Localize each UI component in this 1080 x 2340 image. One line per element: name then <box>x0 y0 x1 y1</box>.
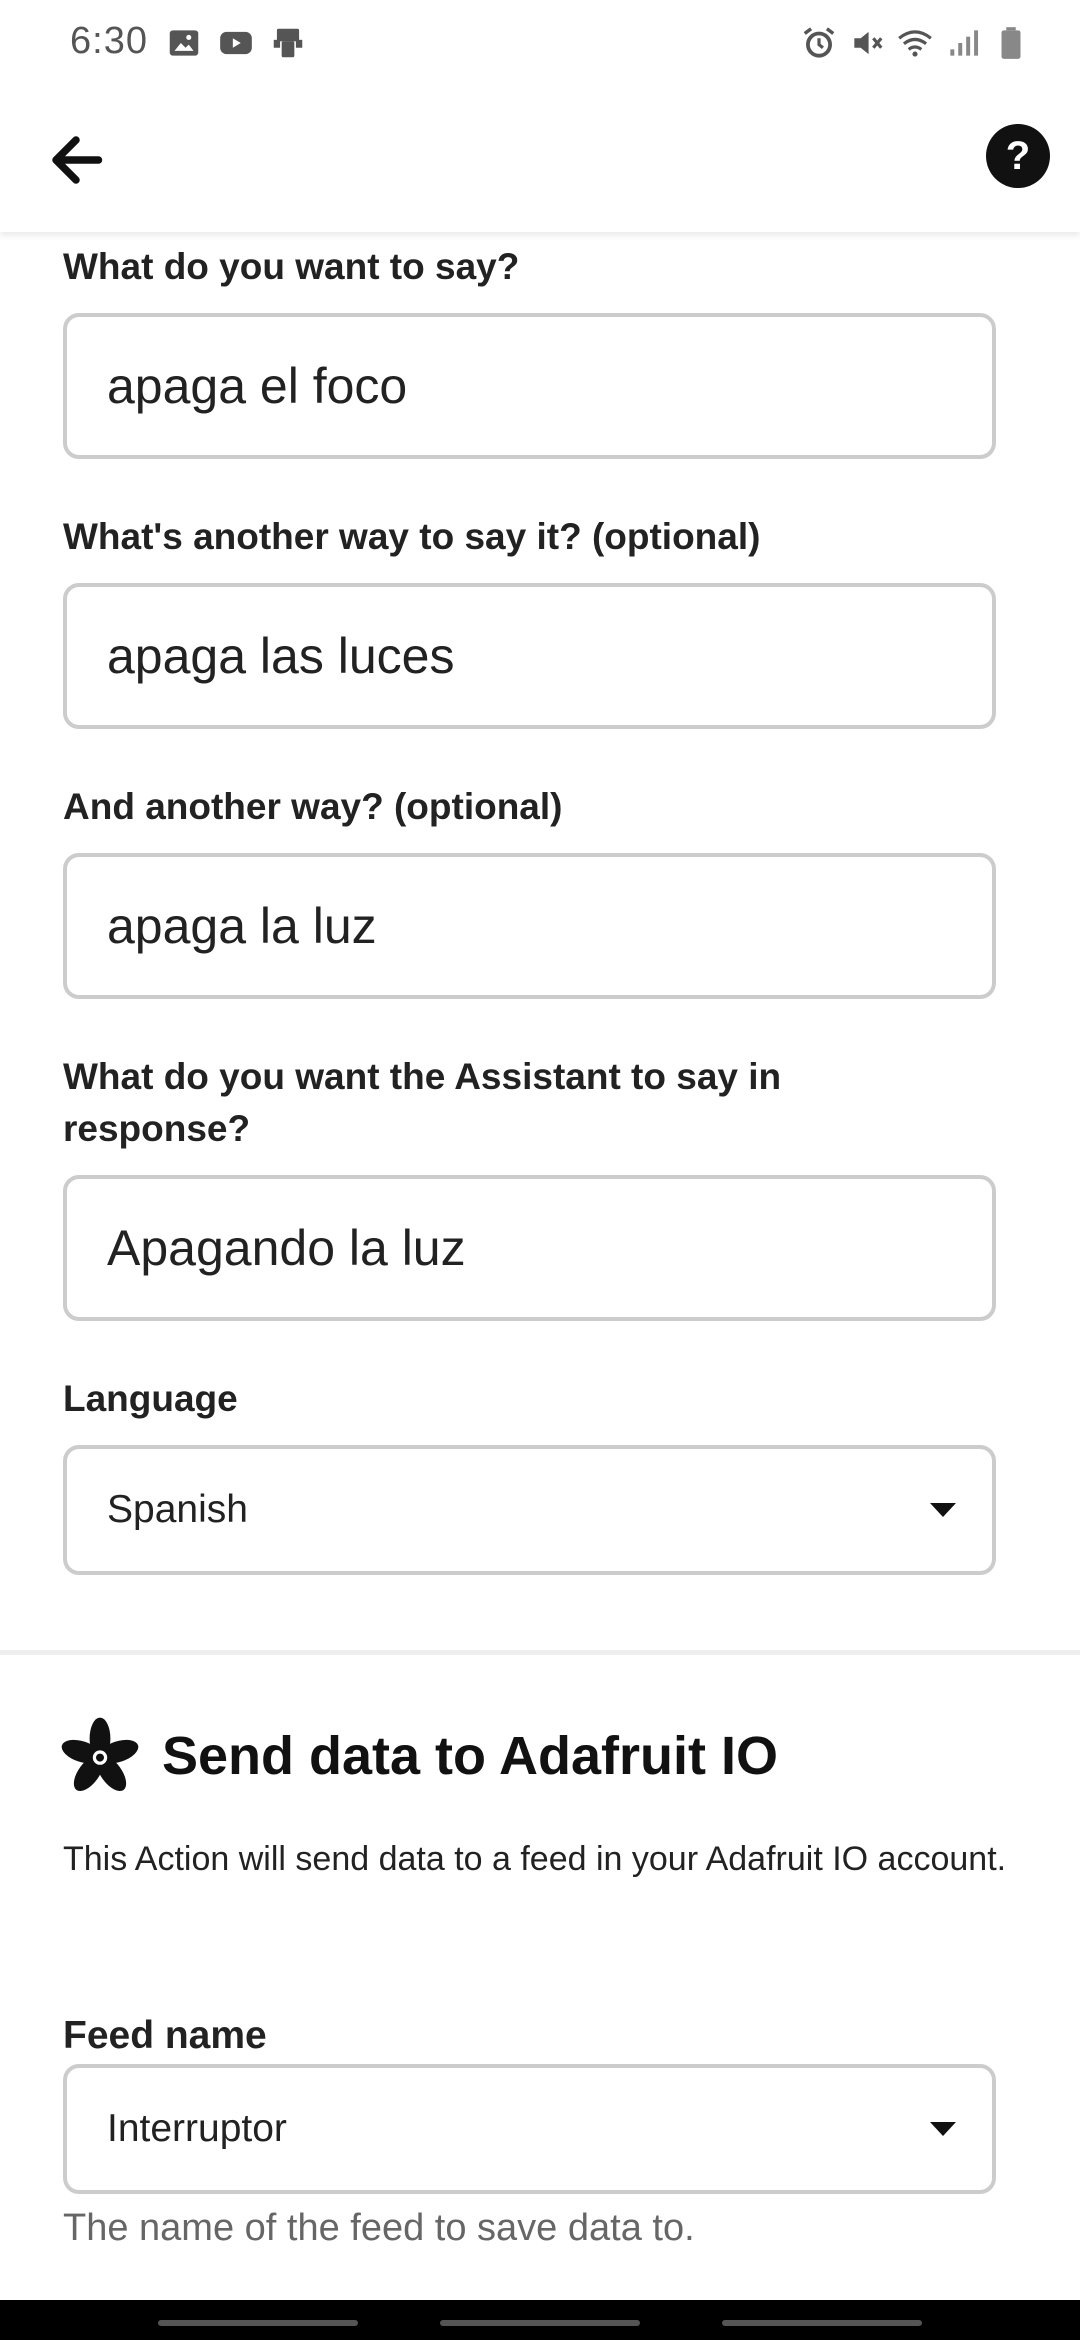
alarm-icon <box>803 27 835 58</box>
status-bar: 6:30 <box>0 0 1080 88</box>
back-button[interactable] <box>36 120 116 200</box>
phrase3-input[interactable]: apaga la luz <box>63 853 996 999</box>
dropdown-caret-icon <box>930 2122 956 2136</box>
feed-name-label: Feed name <box>63 2014 267 2057</box>
phrase2-input[interactable]: apaga las luces <box>63 583 996 729</box>
battery-icon <box>1001 27 1021 59</box>
arrow-left-icon <box>52 136 103 184</box>
mute-icon <box>854 31 883 55</box>
status-time: 6:30 <box>70 20 148 62</box>
section-divider <box>0 1650 1080 1655</box>
phrase1-input[interactable]: apaga el foco <box>63 313 996 459</box>
language-value: Spanish <box>107 1488 248 1531</box>
phrase3-value: apaga la luz <box>107 898 377 954</box>
status-left-icons <box>165 24 307 62</box>
language-label: Language <box>63 1378 238 1419</box>
status-right-icons <box>800 24 1030 62</box>
action-title: Send data to Adafruit IO <box>162 1726 779 1786</box>
phrase2-label: What's another way to say it? (optional) <box>63 516 761 557</box>
app-header: ? <box>0 88 1080 232</box>
image-icon <box>169 30 199 56</box>
wifi-icon <box>898 30 932 57</box>
navigation-bar <box>0 2300 1080 2340</box>
signal-icon <box>950 30 979 56</box>
phrase1-label: What do you want to say? <box>63 246 520 287</box>
action-description: This Action will send data to a feed in … <box>63 1840 1007 1878</box>
help-button[interactable]: ? <box>986 124 1050 188</box>
response-value: Apagando la luz <box>107 1220 466 1276</box>
feed-name-value: Interruptor <box>107 2107 287 2150</box>
phrase3-label: And another way? (optional) <box>63 786 563 827</box>
feed-name-helper: The name of the feed to save data to. <box>63 2207 695 2249</box>
action-header: Send data to Adafruit IO <box>60 1716 778 1796</box>
nav-back-button[interactable] <box>722 2320 922 2326</box>
feed-name-select[interactable]: Interruptor <box>63 2064 996 2194</box>
question-mark-icon: ? <box>1005 133 1031 178</box>
response-label: What do you want the Assistant to say in… <box>63 1056 782 1149</box>
phrase2-value: apaga las luces <box>107 628 455 684</box>
youtube-icon <box>220 31 252 55</box>
dropdown-caret-icon <box>930 1503 956 1517</box>
language-select[interactable]: Spanish <box>63 1445 996 1575</box>
nav-home-button[interactable] <box>440 2320 640 2326</box>
nav-recents-button[interactable] <box>158 2320 358 2326</box>
phrase1-value: apaga el foco <box>107 358 408 414</box>
response-input[interactable]: Apagando la luz <box>63 1175 996 1321</box>
adafruit-flower-icon <box>61 1717 139 1792</box>
app-icon <box>273 28 303 58</box>
